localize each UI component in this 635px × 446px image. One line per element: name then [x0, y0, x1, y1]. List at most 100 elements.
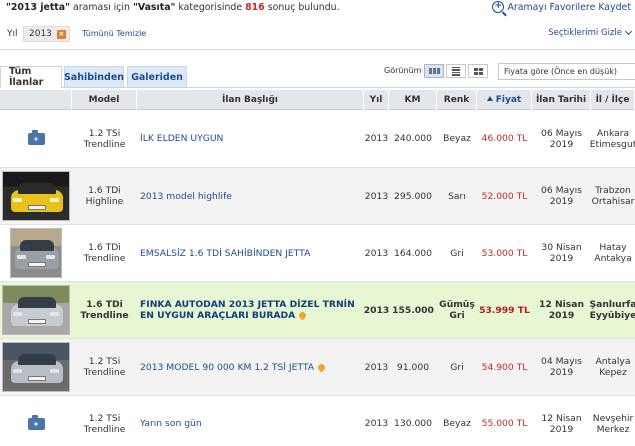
hide-selected-toggle[interactable]: Seçtiklerimi Gizle — [548, 27, 633, 38]
listing-thumbnail[interactable] — [0, 225, 72, 281]
header-year[interactable]: Yıl — [364, 90, 389, 110]
tab-from-owner[interactable]: Sahibinden — [64, 66, 124, 88]
listing-date: 06 Mayıs 2019 — [541, 127, 582, 150]
table-row[interactable]: 1.6 TDi Trendline EMSALSİZ 1.6 TDİ SAHİBİ… — [0, 225, 635, 282]
sort-ascending-icon — [486, 96, 493, 101]
listing-color: Gri — [450, 361, 464, 373]
tab-from-dealer[interactable]: Galeriden — [127, 66, 187, 88]
listing-color: Sarı — [448, 190, 466, 202]
table-row[interactable]: 1.6 TDi Highline 2013 model highlife 2013… — [0, 168, 635, 225]
listing-thumbnail[interactable] — [0, 339, 72, 395]
listing-thumbnail[interactable] — [0, 110, 72, 167]
listing-price: 53.999 TL — [479, 304, 530, 316]
listing-year: 2013 — [364, 190, 389, 202]
listing-title[interactable]: İLK ELDEN UYGUN — [137, 110, 364, 167]
listing-year: 2013 — [364, 247, 389, 259]
listing-title[interactable]: 2013 MODEL 90 000 KM 1.2 TSİ JETTA — [137, 339, 364, 395]
save-search-button[interactable]: + Aramayı Favorilere Kaydet — [491, 1, 631, 13]
listing-location: Şanlıurfa Eyyübiye — [589, 299, 635, 321]
listing-model: 1.2 TSi Trendline — [83, 127, 126, 150]
table-header: Model İlan Başlığı Yıl KM Renk Fiyat İla… — [0, 90, 635, 110]
listing-km: 240.000 — [394, 133, 432, 144]
sort-select[interactable]: Fiyata göre (Önce en düşük) — [498, 63, 635, 80]
hide-selected-label: Seçtiklerimi Gizle — [548, 28, 622, 38]
view-list-button[interactable] — [446, 64, 466, 78]
header-title[interactable]: İlan Başlığı — [137, 90, 364, 110]
header-model[interactable]: Model — [72, 90, 137, 110]
listing-location: Trabzon Ortahisar — [591, 185, 635, 207]
featured-pin-icon — [297, 310, 308, 321]
listing-km: 164.000 — [394, 247, 432, 259]
listing-model: 1.6 TDi Trendline — [83, 242, 126, 264]
listing-price: 53.000 TL — [481, 247, 528, 259]
listing-thumbnail[interactable] — [0, 282, 72, 338]
search-category: "Vasıta" — [132, 2, 176, 13]
view-gallery-button[interactable] — [468, 64, 488, 78]
car-photo-image — [10, 228, 62, 278]
table-row[interactable]: 1.2 TSi Trendline Yarın son gün 2013 130.… — [0, 396, 635, 446]
gallery-view-icon — [473, 67, 483, 75]
table-row[interactable]: 1.2 TSi Trendline İLK ELDEN UYGUN 2013 24… — [0, 110, 635, 168]
listing-model: 1.6 TDi Highline — [85, 185, 124, 207]
listing-date: 30 Nisan 2019 — [541, 242, 582, 264]
listing-color: Gümüş Gri — [439, 299, 475, 321]
listing-color: Beyaz — [443, 133, 471, 144]
year-filter-chip: 2013 × — [23, 26, 70, 42]
result-count: 816 — [245, 2, 265, 13]
remove-filter-icon[interactable]: × — [56, 29, 66, 39]
save-search-label: Aramayı Favorilere Kaydet — [507, 1, 631, 13]
header-date[interactable]: İlan Tarihi — [532, 90, 591, 110]
car-photo-image — [2, 285, 70, 335]
listing-year: 2013 — [364, 418, 389, 429]
view-label: Görünüm — [384, 66, 422, 75]
listing-km: 130.000 — [394, 418, 432, 429]
listing-tabs-bar: Tüm İlanlar Sahibinden Galeriden Görünüm… — [0, 50, 635, 88]
listing-km: 295.000 — [394, 190, 432, 202]
car-photo-image — [2, 342, 70, 392]
listing-location: Antalya Kepez — [595, 356, 631, 378]
listing-km: 155.000 — [392, 304, 434, 316]
featured-pin-icon — [316, 362, 327, 372]
header-km[interactable]: KM — [389, 90, 437, 110]
table-row[interactable]: 1.2 TSi Trendline 2013 MODEL 90 000 KM 1.… — [0, 339, 635, 396]
results-summary-bar: "2013 jetta" araması için "Vasıta" kateg… — [0, 0, 635, 20]
listing-title[interactable]: EMSALSİZ 1.6 TDİ SAHİBİNDEN JETTA — [137, 225, 364, 281]
listing-title[interactable]: FINKA AUTODAN 2013 JETTA DİZEL TRNİN EN … — [137, 282, 364, 338]
active-filters-bar: Yıl 2013 × Tümünü Temizle Seçtiklerimi G… — [0, 20, 635, 50]
year-filter-label: Yıl — [7, 29, 18, 39]
listing-date: 12 Nisan 2019 — [541, 412, 582, 435]
listing-year: 2013 — [363, 304, 390, 316]
listing-price: 55.000 TL — [481, 418, 528, 429]
magnifier-plus-icon: + — [491, 1, 504, 13]
listing-price: 54.900 TL — [481, 361, 528, 373]
view-table-button[interactable] — [424, 64, 444, 78]
listing-year: 2013 — [364, 133, 389, 144]
listing-model: 1.2 TSi Trendline — [83, 412, 126, 435]
car-photo-image — [2, 171, 70, 221]
list-view-icon — [452, 66, 460, 76]
year-filter-value: 2013 — [29, 29, 52, 39]
listing-thumbnail[interactable] — [0, 396, 72, 446]
header-color[interactable]: Renk — [437, 90, 477, 110]
results-summary: "2013 jetta" araması için "Vasıta" kateg… — [6, 2, 340, 13]
listing-color: Gri — [450, 247, 464, 259]
table-row-featured[interactable]: 1.6 TDi Trendline FINKA AUTODAN 2013 JETT… — [0, 282, 635, 339]
table-view-icon — [428, 68, 440, 74]
listing-title[interactable]: 2013 model highlife — [137, 168, 364, 224]
listing-location: Hatay Antakya — [594, 242, 632, 264]
listing-title[interactable]: Yarın son gün — [137, 396, 364, 446]
listing-location: Nevşehir Merkez — [592, 412, 634, 435]
listing-model: 1.2 TSi Trendline — [83, 356, 126, 378]
listing-price: 52.000 TL — [481, 190, 528, 202]
tab-all-listings[interactable]: Tüm İlanlar — [0, 66, 62, 88]
header-location[interactable]: İl / İlçe — [591, 90, 635, 110]
listing-date: 04 Mayıs 2019 — [541, 356, 582, 378]
listing-thumbnail[interactable] — [0, 168, 72, 224]
results-table: Model İlan Başlığı Yıl KM Renk Fiyat İla… — [0, 90, 635, 446]
clear-all-link[interactable]: Tümünü Temizle — [82, 29, 146, 38]
listing-color: Beyaz — [443, 418, 471, 429]
header-price[interactable]: Fiyat — [477, 90, 532, 110]
listing-location: Ankara Etimesgut — [589, 127, 635, 150]
listing-date: 06 Mayıs 2019 — [541, 185, 582, 207]
listing-km: 91.000 — [396, 361, 430, 373]
